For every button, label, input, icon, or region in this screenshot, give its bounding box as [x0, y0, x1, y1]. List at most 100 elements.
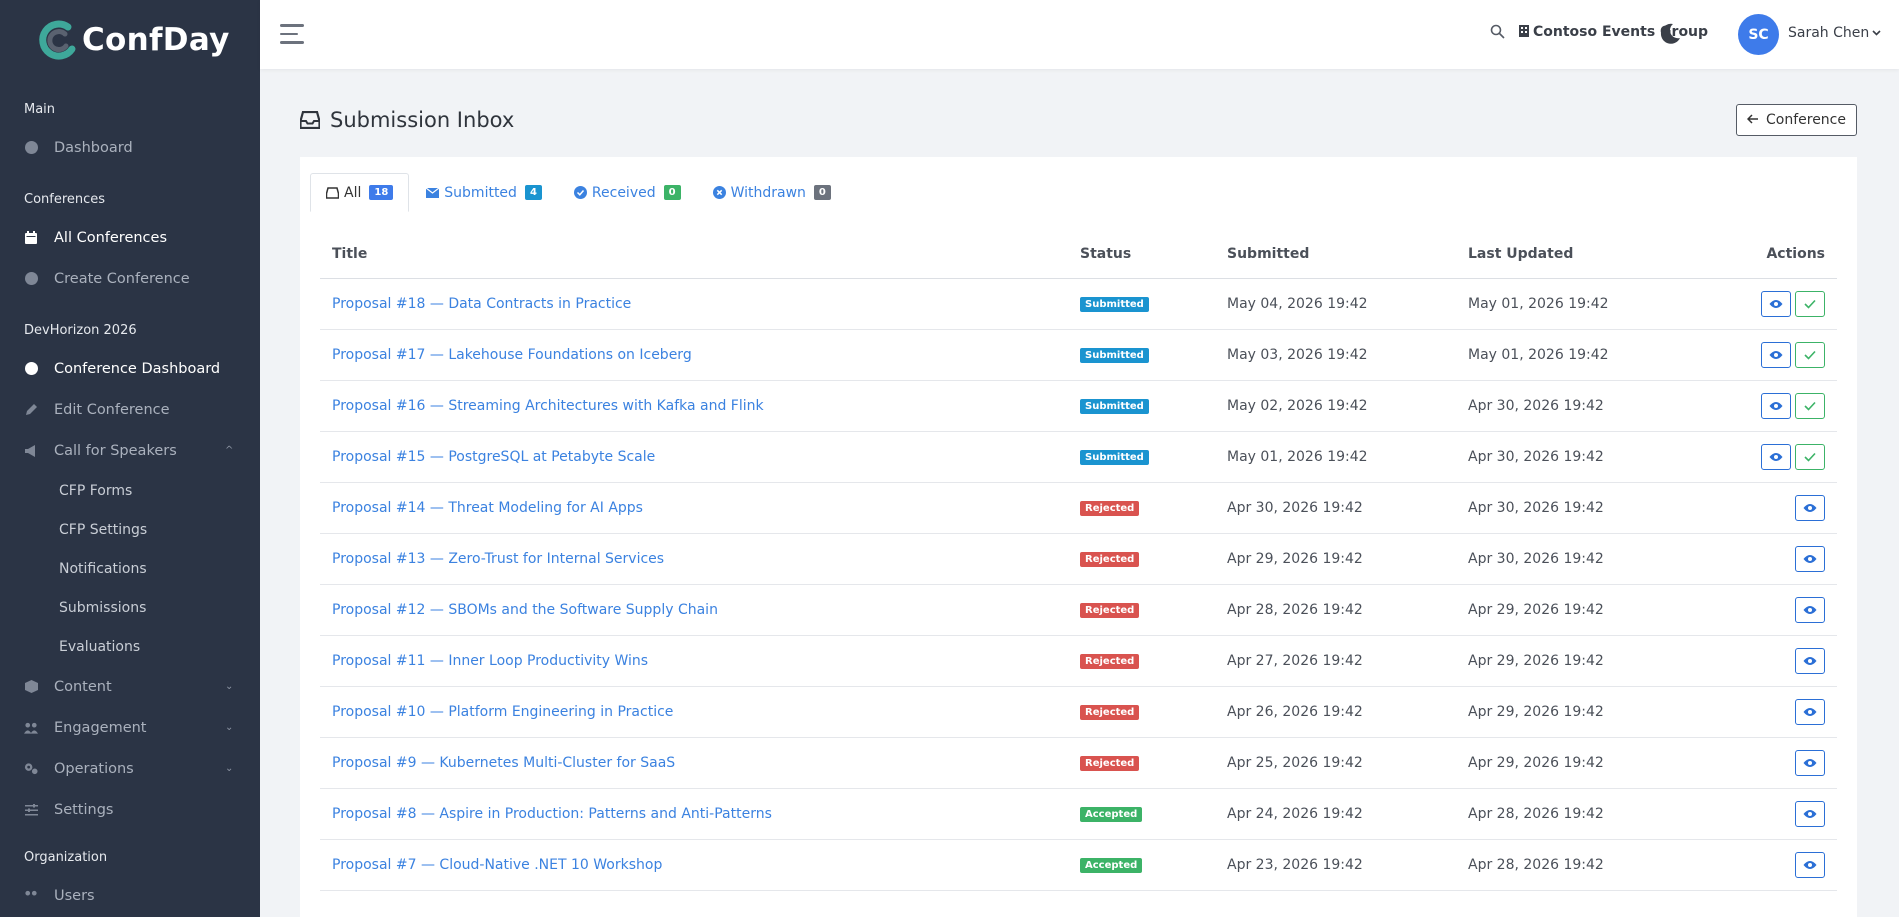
cell-status: Submitted	[1068, 278, 1215, 330]
cell-title: Proposal #15 — PostgreSQL at Petabyte Sc…	[320, 431, 1068, 483]
confday-logo-icon	[39, 20, 76, 60]
cell-submitted: Apr 29, 2026 19:42	[1215, 533, 1456, 585]
submission-title-link[interactable]: Proposal #14 — Threat Modeling for AI Ap…	[332, 500, 643, 516]
view-button[interactable]	[1795, 545, 1825, 572]
cell-actions	[1697, 278, 1837, 330]
submission-title-link[interactable]: Proposal #17 — Lakehouse Foundations on …	[332, 347, 692, 363]
sidebar-subitem-cfp-settings[interactable]: CFP Settings	[0, 510, 260, 549]
sidebar-subitem-cfp-forms[interactable]: CFP Forms	[0, 471, 260, 510]
sidebar-subitem-submissions[interactable]: Submissions	[0, 588, 260, 627]
tab-withdrawn[interactable]: Withdrawn 0	[698, 173, 846, 212]
submission-title-link[interactable]: Proposal #18 — Data Contracts in Practic…	[332, 296, 631, 312]
status-badge: Rejected	[1080, 756, 1140, 771]
count-badge: 4	[524, 185, 542, 200]
check-icon	[1804, 452, 1816, 462]
eye-icon	[1803, 860, 1817, 869]
submission-title-link[interactable]: Proposal #9 — Kubernetes Multi-Cluster f…	[332, 755, 675, 771]
user-menu[interactable]: Sarah Chen	[1788, 25, 1881, 41]
column-header-title[interactable]: Title	[320, 231, 1068, 279]
cell-status: Submitted	[1068, 431, 1215, 483]
avatar[interactable]: SC	[1738, 14, 1779, 55]
sidebar-subitem-notifications[interactable]: Notifications	[0, 549, 260, 588]
users-icon	[24, 889, 38, 903]
sidebar-item-users[interactable]: Users	[0, 875, 260, 916]
tab-all[interactable]: All 18	[310, 173, 410, 212]
dark-mode-toggle-icon[interactable]	[1658, 22, 1682, 46]
view-button[interactable]	[1761, 341, 1791, 368]
cell-status: Rejected	[1068, 686, 1215, 738]
back-to-conference-button[interactable]: Conference	[1736, 104, 1857, 136]
sidebar-item-all-conferences[interactable]: All Conferences	[0, 217, 260, 258]
sidebar-item-call-for-speakers[interactable]: Call for Speakers ^	[0, 430, 260, 471]
mark-received-button[interactable]	[1795, 392, 1825, 419]
mark-received-button[interactable]	[1795, 341, 1825, 368]
view-button[interactable]	[1761, 392, 1791, 419]
sidebar-item-create-conference[interactable]: Create Conference	[0, 258, 260, 299]
status-badge: Rejected	[1080, 501, 1140, 516]
view-button[interactable]	[1761, 443, 1791, 470]
submission-title-link[interactable]: Proposal #11 — Inner Loop Productivity W…	[332, 653, 648, 669]
menu-toggle-icon[interactable]	[280, 24, 304, 44]
sidebar-item-label: Settings	[54, 801, 114, 818]
cell-title: Proposal #7 — Cloud-Native .NET 10 Works…	[320, 839, 1068, 891]
sliders-icon	[24, 803, 38, 817]
view-button[interactable]	[1795, 494, 1825, 521]
cell-submitted: May 04, 2026 19:42	[1215, 278, 1456, 330]
submission-title-link[interactable]: Proposal #8 — Aspire in Production: Patt…	[332, 806, 772, 822]
tab-submitted[interactable]: Submitted 4	[411, 173, 557, 212]
table-row: Proposal #12 — SBOMs and the Software Su…	[320, 584, 1837, 636]
view-button[interactable]	[1795, 698, 1825, 725]
submission-title-link[interactable]: Proposal #16 — Streaming Architectures w…	[332, 398, 764, 414]
column-header-status[interactable]: Status	[1068, 231, 1215, 279]
column-header-last-updated[interactable]: Last Updated	[1456, 231, 1697, 279]
chevron-down-icon	[1872, 28, 1881, 39]
submission-title-link[interactable]: Proposal #13 — Zero-Trust for Internal S…	[332, 551, 664, 567]
view-button[interactable]	[1795, 647, 1825, 674]
view-button[interactable]	[1795, 800, 1825, 827]
submission-title-link[interactable]: Proposal #12 — SBOMs and the Software Su…	[332, 602, 718, 618]
sidebar-section-conferences: Conferences	[24, 192, 106, 207]
view-button[interactable]	[1795, 749, 1825, 776]
tab-received[interactable]: Received 0	[559, 173, 696, 212]
cell-last-updated: Apr 29, 2026 19:42	[1456, 686, 1697, 738]
sidebar-item-dashboard[interactable]: Dashboard	[0, 127, 260, 168]
check-icon	[1804, 299, 1816, 309]
sidebar-subitem-evaluations[interactable]: Evaluations	[0, 627, 260, 666]
cell-last-updated: Apr 28, 2026 19:42	[1456, 839, 1697, 891]
dashboard-icon	[24, 141, 38, 155]
table-row: Proposal #10 — Platform Engineering in P…	[320, 686, 1837, 738]
envelope-icon	[426, 187, 440, 198]
submissions-card: All 18 Submitted 4 Received 0 Withdrawn …	[300, 157, 1857, 917]
mark-received-button[interactable]	[1795, 443, 1825, 470]
cell-last-updated: Apr 30, 2026 19:42	[1456, 482, 1697, 534]
cell-actions	[1697, 635, 1837, 687]
cell-status: Accepted	[1068, 788, 1215, 840]
submission-title-link[interactable]: Proposal #15 — PostgreSQL at Petabyte Sc…	[332, 449, 655, 465]
sidebar-item-label: Create Conference	[54, 270, 190, 287]
cell-title: Proposal #9 — Kubernetes Multi-Cluster f…	[320, 737, 1068, 789]
column-header-submitted[interactable]: Submitted	[1215, 231, 1456, 279]
back-button-label: Conference	[1765, 112, 1846, 128]
sidebar-section-devhorizon: DevHorizon 2026	[24, 323, 137, 338]
user-name: Sarah Chen	[1788, 25, 1870, 41]
search-icon[interactable]	[1490, 24, 1505, 43]
eye-icon	[1803, 605, 1817, 614]
view-button[interactable]	[1795, 851, 1825, 878]
status-badge: Submitted	[1080, 348, 1149, 363]
sidebar-item-settings[interactable]: Settings	[0, 789, 260, 830]
view-button[interactable]	[1761, 290, 1791, 317]
sidebar-item-operations[interactable]: Operations ⌄	[0, 748, 260, 789]
submission-title-link[interactable]: Proposal #10 — Platform Engineering in P…	[332, 704, 673, 720]
brand[interactable]: ConfDay	[0, 0, 260, 80]
sidebar-item-content[interactable]: Content ⌄	[0, 666, 260, 707]
sidebar-item-engagement[interactable]: Engagement ⌄	[0, 707, 260, 748]
submission-title-link[interactable]: Proposal #7 — Cloud-Native .NET 10 Works…	[332, 857, 662, 873]
view-button[interactable]	[1795, 596, 1825, 623]
status-badge: Rejected	[1080, 603, 1140, 618]
page-title: Submission Inbox	[300, 108, 514, 132]
chevron-down-icon: ⌄	[225, 763, 234, 774]
sidebar-item-conference-dashboard[interactable]: Conference Dashboard	[0, 348, 260, 389]
check-icon	[1804, 350, 1816, 360]
mark-received-button[interactable]	[1795, 290, 1825, 317]
sidebar-item-edit-conference[interactable]: Edit Conference	[0, 389, 260, 430]
